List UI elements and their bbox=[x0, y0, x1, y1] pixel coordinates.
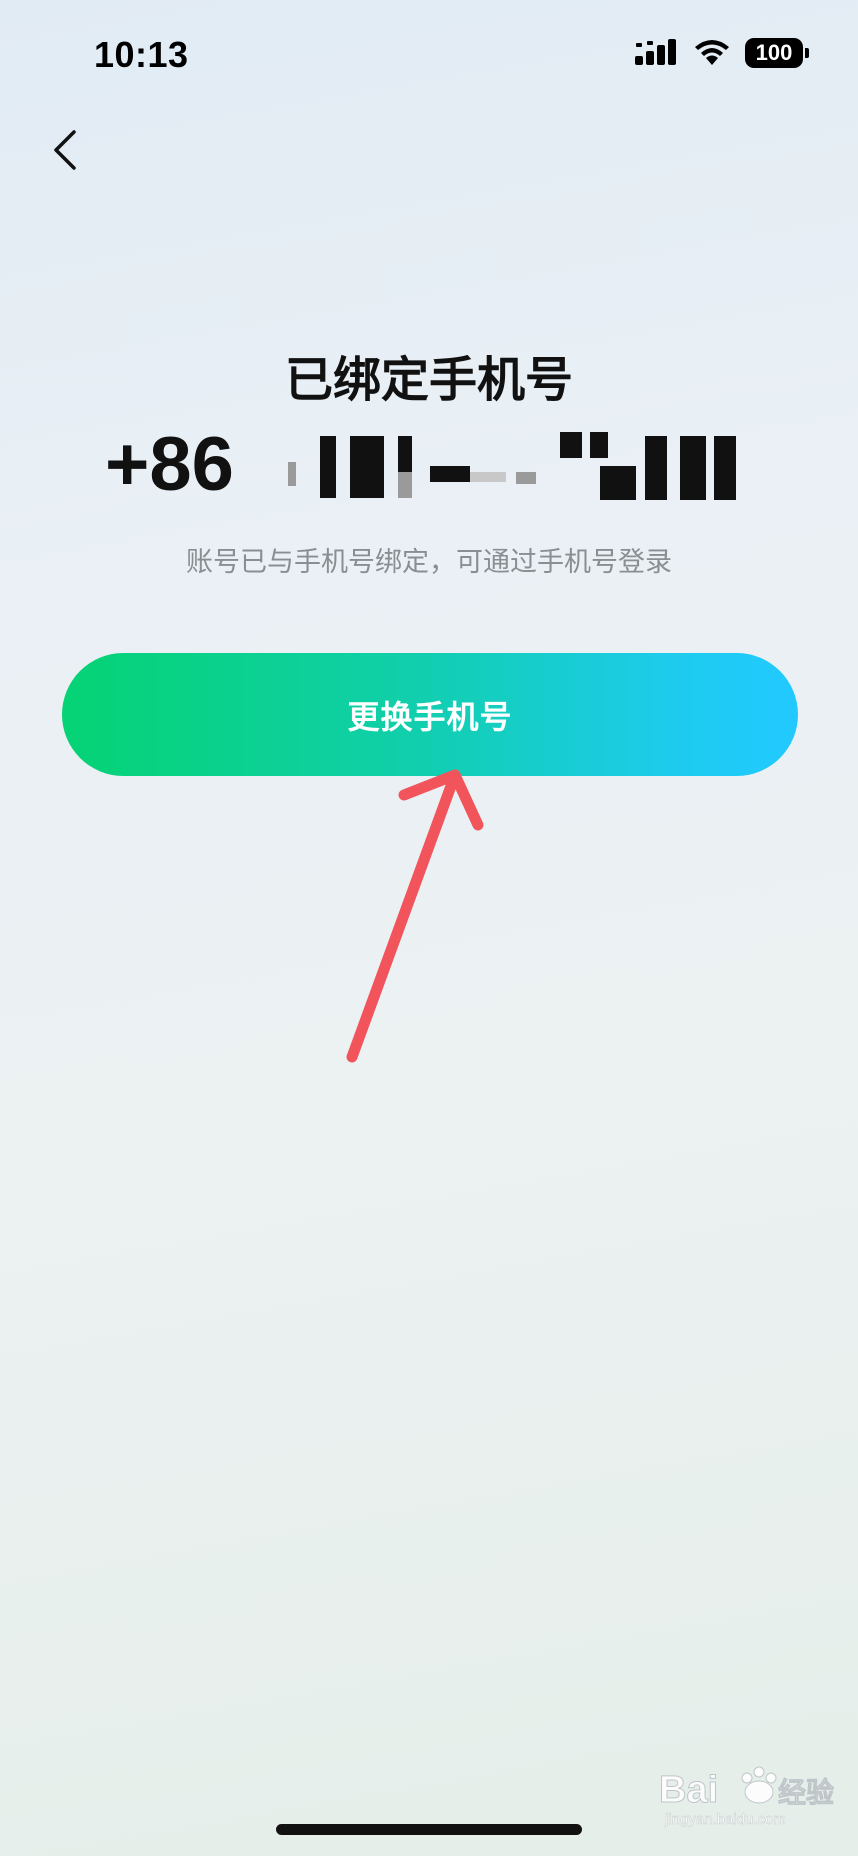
mask-block bbox=[470, 472, 506, 482]
home-indicator[interactable] bbox=[276, 1824, 582, 1835]
mask-block bbox=[680, 436, 706, 500]
mask-block bbox=[645, 436, 667, 500]
change-phone-button[interactable]: 更换手机号 bbox=[62, 653, 798, 776]
mask-block bbox=[560, 432, 582, 458]
mask-block bbox=[320, 436, 336, 498]
chevron-left-icon bbox=[54, 130, 76, 170]
change-phone-button-label: 更换手机号 bbox=[347, 697, 513, 736]
mask-block bbox=[398, 436, 412, 472]
mask-block bbox=[398, 472, 412, 498]
battery-nub bbox=[805, 48, 809, 58]
mask-block bbox=[430, 466, 470, 482]
mask-block bbox=[590, 432, 608, 458]
status-time: 10:13 bbox=[94, 34, 189, 75]
mask-block bbox=[600, 466, 636, 500]
mask-block bbox=[516, 472, 536, 484]
binding-description: 账号已与手机号绑定，可通过手机号登录 bbox=[186, 547, 672, 578]
status-icons: 100 bbox=[635, 38, 809, 68]
signal-icon bbox=[635, 39, 676, 65]
wifi-icon bbox=[695, 40, 729, 65]
phone-country-code: +86 bbox=[105, 422, 234, 507]
mask-block bbox=[350, 436, 384, 498]
bound-phone-number: +86 bbox=[105, 420, 765, 510]
page-title: 已绑定手机号 bbox=[284, 352, 573, 408]
status-bar: 10:13 100 bbox=[0, 0, 858, 110]
battery-icon: 100 bbox=[745, 38, 809, 68]
battery-level: 100 bbox=[755, 40, 793, 65]
mask-block bbox=[288, 462, 296, 486]
baidu-watermark-icon: Bai 经验 jingyan.baidu.com bbox=[659, 1766, 834, 1828]
svg-text:Bai: Bai bbox=[659, 1769, 718, 1811]
annotation-arrow-icon bbox=[346, 769, 484, 1063]
svg-text:jingyan.baidu.com: jingyan.baidu.com bbox=[664, 1811, 786, 1828]
back-button[interactable] bbox=[36, 120, 96, 180]
mask-block bbox=[714, 436, 736, 500]
svg-text:经验: 经验 bbox=[778, 1776, 834, 1809]
phone-number-masked bbox=[280, 428, 760, 506]
